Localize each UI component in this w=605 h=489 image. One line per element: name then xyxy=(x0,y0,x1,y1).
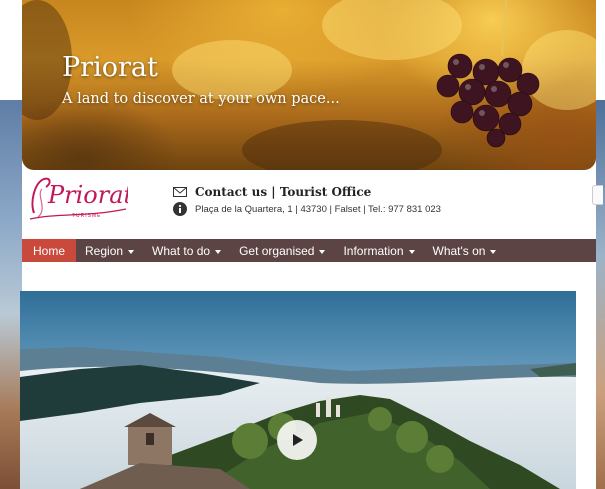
address-text: Plaça de la Quartera, 1 | 43730 | Falset… xyxy=(195,203,441,215)
info-icon xyxy=(173,202,187,216)
grape-bunch-image xyxy=(436,0,540,148)
envelope-icon xyxy=(173,187,187,197)
foliage-shadow xyxy=(242,120,442,170)
nav-item-label: What to do xyxy=(152,243,211,258)
background-photo-left xyxy=(0,100,22,489)
main-navigation: Home Region What to do Get organised Inf… xyxy=(22,239,596,262)
caret-down-icon xyxy=(319,249,326,254)
nav-item-label: Information xyxy=(343,243,404,258)
nav-item-label: Get organised xyxy=(239,243,315,258)
nav-item-what-to-do[interactable]: What to do xyxy=(143,239,230,262)
address-row: Plaça de la Quartera, 1 | 43730 | Falset… xyxy=(173,201,441,217)
contact-row[interactable]: Contact us | Tourist Office xyxy=(173,183,371,201)
nav-item-information[interactable]: Information xyxy=(334,239,423,262)
nav-item-region[interactable]: Region xyxy=(76,239,143,262)
nav-item-label: What's on xyxy=(432,243,486,258)
nav-item-label: Home xyxy=(33,243,66,258)
nav-item-label: Region xyxy=(85,243,124,258)
banner-subtitle: A land to discover at your own pace... xyxy=(62,91,340,107)
banner-title: Priorat xyxy=(62,52,158,83)
priorat-turisme-logo[interactable]: Priorat TURISME xyxy=(28,173,128,221)
logo-small-text: TURISME xyxy=(72,213,102,219)
header-banner: Priorat A land to discover at your own p… xyxy=(22,0,596,170)
nav-item-get-organised[interactable]: Get organised xyxy=(230,239,334,262)
nav-item-home[interactable]: Home xyxy=(22,239,77,262)
caret-down-icon xyxy=(408,249,415,254)
logo-text: Priorat xyxy=(47,181,128,209)
play-button[interactable] xyxy=(277,420,317,460)
play-icon xyxy=(293,434,303,446)
search-box-edge[interactable] xyxy=(592,185,603,205)
contact-link[interactable]: Contact us | Tourist Office xyxy=(195,185,371,199)
caret-down-icon xyxy=(128,249,135,254)
backdrop-top-left xyxy=(0,0,22,100)
background-photo-right xyxy=(596,100,605,489)
nav-item-whats-on[interactable]: What's on xyxy=(424,239,506,262)
caret-down-icon xyxy=(490,249,497,254)
caret-down-icon xyxy=(215,249,222,254)
